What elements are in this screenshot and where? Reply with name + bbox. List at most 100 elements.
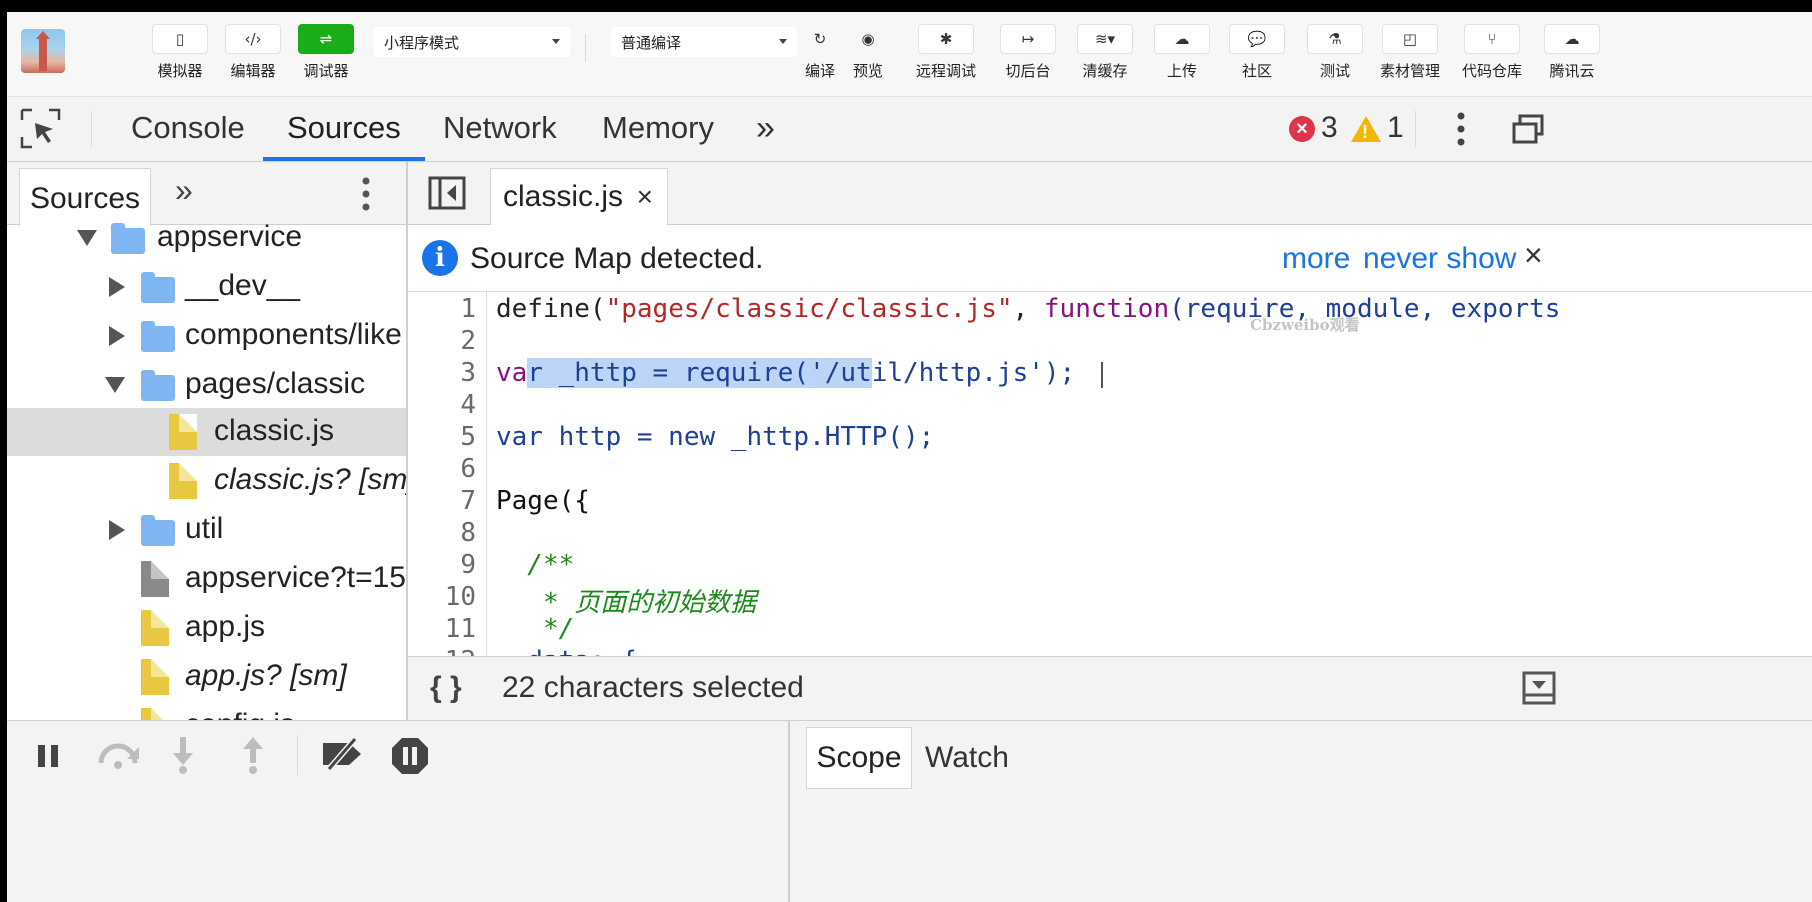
- more-tabs-icon[interactable]: »: [756, 97, 775, 161]
- pause-icon[interactable]: [35, 743, 63, 774]
- toggle-navigator-icon[interactable]: [428, 176, 466, 210]
- top-toolbar: ▯ 模拟器 ‹/› 编辑器 ⇌ 调试器 小程序模式 普通编译 ↻ 编译 ◉ 预览: [7, 12, 1812, 97]
- project-avatar[interactable]: [21, 29, 65, 73]
- close-icon[interactable]: ×: [637, 169, 653, 225]
- divider: [91, 111, 92, 147]
- step-out-icon[interactable]: [241, 735, 265, 780]
- code-token: function: [1043, 294, 1170, 324]
- test-button[interactable]: ⚗ 测试: [1300, 24, 1370, 81]
- tab-scope[interactable]: Scope: [806, 727, 912, 789]
- navigator-menu-icon[interactable]: [359, 176, 373, 212]
- tree-folder-util[interactable]: util: [7, 506, 406, 554]
- inspect-element-icon[interactable]: [19, 107, 63, 151]
- infobar-more-link[interactable]: more: [1282, 242, 1350, 276]
- editor-button[interactable]: ‹/› 编辑器: [218, 24, 288, 81]
- cloud-upload-icon: ☁: [1154, 24, 1210, 54]
- warning-icon[interactable]: !: [1351, 116, 1381, 142]
- tree-file-appservice[interactable]: appservice?t=15: [7, 555, 406, 603]
- code-line-12: data: {: [496, 646, 637, 656]
- remote-debug-label: 远程调试: [915, 63, 976, 80]
- kebab-menu-icon[interactable]: [1453, 111, 1469, 147]
- upload-button[interactable]: ☁ 上传: [1147, 24, 1217, 81]
- pretty-print-icon[interactable]: { }: [430, 671, 462, 705]
- mode-select[interactable]: 小程序模式: [374, 27, 570, 57]
- remote-debug-button[interactable]: ✱ 远程调试: [911, 24, 981, 81]
- folder-icon: [141, 370, 175, 401]
- preview-label: 预览: [852, 63, 883, 80]
- cloud-icon: ☁: [1544, 24, 1600, 54]
- tree-folder-components-like[interactable]: components/like: [7, 312, 406, 360]
- infobar-close-icon[interactable]: ×: [1524, 237, 1543, 274]
- tab-watch[interactable]: Watch: [925, 727, 1009, 789]
- tab-sources[interactable]: Sources: [263, 97, 425, 161]
- tab-network[interactable]: Network: [443, 97, 557, 161]
- tree-label: config.js: [185, 708, 295, 720]
- tree-label: app.js? [sm]: [185, 659, 347, 692]
- tree-label: app.js: [185, 610, 266, 643]
- info-icon: i: [422, 240, 458, 276]
- layers-icon: ≋▾: [1077, 24, 1133, 54]
- debugger-button[interactable]: ⇌ 调试器: [291, 24, 361, 81]
- text-cursor-icon: [1101, 362, 1103, 388]
- devtools-window: ▯ 模拟器 ‹/› 编辑器 ⇌ 调试器 小程序模式 普通编译 ↻ 编译 ◉ 预览: [7, 12, 1812, 902]
- editor-tab-classic-js[interactable]: classic.js ×: [490, 168, 668, 225]
- error-count[interactable]: 3: [1321, 111, 1338, 145]
- simulator-button[interactable]: ▯ 模拟器: [145, 24, 215, 81]
- more-navigator-tabs-icon[interactable]: »: [175, 172, 193, 209]
- tree-file-config-js[interactable]: config.js: [7, 702, 406, 720]
- code-repo-button[interactable]: ⑂ 代码仓库: [1457, 24, 1527, 81]
- tree-file-app-js[interactable]: app.js: [7, 604, 406, 652]
- tree-label: components/like: [185, 318, 402, 351]
- tab-console[interactable]: Console: [131, 97, 245, 161]
- compile-mode-select[interactable]: 普通编译: [611, 27, 797, 57]
- js-file-icon: [169, 463, 197, 499]
- divider: [297, 735, 298, 775]
- tree-file-classic-js-sourcemap[interactable]: classic.js? [sm]: [7, 457, 406, 505]
- tree-file-classic-js[interactable]: classic.js: [7, 408, 406, 456]
- assets-button[interactable]: ◰ 素材管理: [1375, 24, 1445, 81]
- code-area[interactable]: 1 2 3 4 5 6 7 8 9 10 11 12 define("pages…: [408, 292, 1812, 656]
- code-icon: ‹/›: [225, 24, 281, 54]
- code-token: (require, module, exports: [1169, 294, 1561, 324]
- tree-folder-pages-classic[interactable]: pages/classic: [7, 361, 406, 409]
- tree-label: __dev__: [185, 269, 301, 302]
- editor-tabbar: classic.js ×: [408, 162, 1812, 225]
- git-branch-icon: ⑂: [1464, 24, 1520, 54]
- editor-tab-label: classic.js: [503, 180, 624, 213]
- js-file-icon: [141, 659, 169, 695]
- code-line-5: var http = new _http.HTTP();: [496, 422, 935, 452]
- tree-folder-appservice[interactable]: appservice: [7, 214, 406, 262]
- upload-label: 上传: [1166, 63, 1197, 80]
- code-repo-label: 代码仓库: [1461, 63, 1522, 80]
- tab-memory[interactable]: Memory: [602, 97, 714, 161]
- folder-icon: [141, 515, 175, 546]
- background-button[interactable]: ↦ 切后台: [993, 24, 1063, 81]
- undock-icon[interactable]: [1511, 114, 1545, 144]
- warning-count[interactable]: 1: [1387, 111, 1404, 145]
- step-into-icon[interactable]: [171, 735, 195, 780]
- community-label: 社区: [1241, 63, 1272, 80]
- clear-cache-button[interactable]: ≋▾ 清缓存: [1070, 24, 1140, 81]
- divider: [1415, 111, 1416, 147]
- tree-label: pages/classic: [185, 367, 366, 400]
- infobar-never-show-link[interactable]: never show: [1363, 242, 1516, 276]
- background-label: 切后台: [1005, 63, 1051, 80]
- line-number: 3: [460, 358, 476, 388]
- pause-on-exceptions-icon[interactable]: [391, 737, 429, 780]
- toggle-debugger-icon[interactable]: [1522, 671, 1556, 705]
- error-icon[interactable]: ×: [1289, 116, 1315, 142]
- code-line-3: var _http = require('/util/http.js');: [496, 358, 1075, 388]
- tree-label: classic.js: [214, 414, 335, 447]
- tencent-cloud-button[interactable]: ☁ 腾讯云: [1537, 24, 1607, 81]
- tree-file-app-js-sourcemap[interactable]: app.js? [sm]: [7, 653, 406, 701]
- community-button[interactable]: 💬 社区: [1222, 24, 1292, 81]
- code-token: il/http.js');: [871, 358, 1076, 388]
- tree-folder-dev[interactable]: __dev__: [7, 263, 406, 311]
- line-number: 1: [460, 294, 476, 324]
- debugger-pane: Scope Watch: [7, 720, 1812, 902]
- folder-icon: [141, 272, 175, 303]
- step-over-icon[interactable]: [95, 739, 141, 776]
- deactivate-breakpoints-icon[interactable]: [319, 737, 365, 776]
- preview-button[interactable]: ◉ 预览: [833, 24, 903, 81]
- scope-watch-pane: Scope Watch: [788, 721, 1812, 902]
